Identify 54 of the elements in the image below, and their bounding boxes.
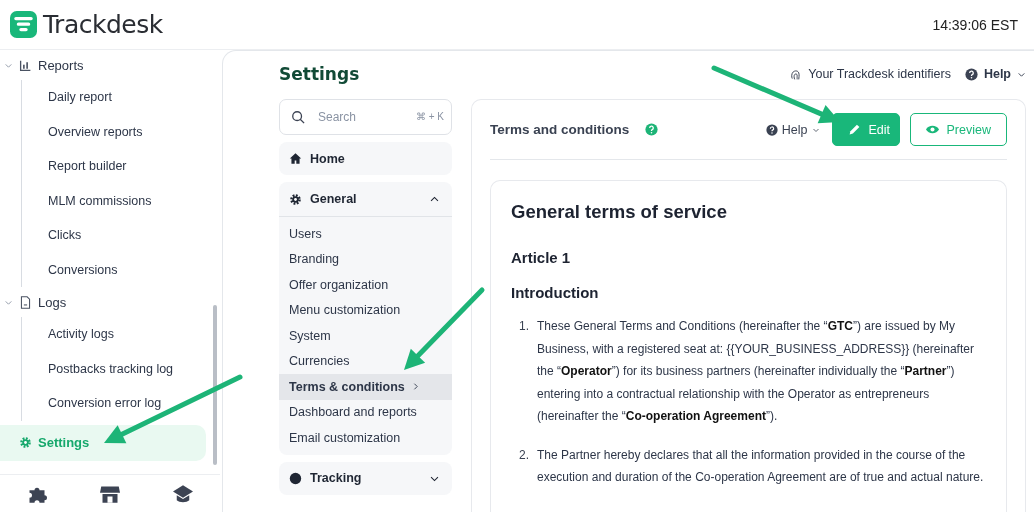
sidebar-item[interactable]: Conversions <box>22 252 220 287</box>
sidebar-item[interactable]: Postbacks tracking log <box>22 351 220 386</box>
settings-icon <box>289 192 302 206</box>
article-heading: Article 1 <box>511 249 572 266</box>
logo-text: Trackdesk <box>43 10 163 39</box>
search-icon <box>291 110 305 124</box>
paragraph: The Partner hereby declares that all the information provided in the course of the execution and duration of the Co-operation Agreement are of true and actual nature. <box>537 446 985 486</box>
settings-menu-item[interactable]: Terms & conditions <box>279 374 452 400</box>
logo-icon <box>10 11 37 38</box>
sidebar-item[interactable]: MLM commissions <box>22 183 220 218</box>
page-title: Settings <box>279 64 360 84</box>
sidebar-item[interactable]: Reports <box>0 50 206 80</box>
list-number: 2. <box>519 446 529 464</box>
settings-menu-item[interactable]: Currencies <box>279 348 452 374</box>
top-link[interactable]: Help <box>964 67 1026 81</box>
help-link[interactable]: Help <box>765 122 820 137</box>
sidebar-item[interactable]: Report builder <box>22 149 220 184</box>
settings-menu-item[interactable]: Users <box>279 221 452 247</box>
settings-menu-item[interactable]: Dashboard and reports <box>279 399 452 425</box>
sidebar-item[interactable]: Daily report <box>22 80 220 115</box>
top-link[interactable]: Your Trackdesk identifiers <box>789 67 951 81</box>
section-header[interactable]: Home <box>279 142 452 175</box>
shortcut-hint: ⌘ + K <box>415 111 444 122</box>
home-icon <box>289 152 302 165</box>
scrollbar[interactable] <box>213 305 217 465</box>
sidebar-item[interactable]: Activity logs <box>22 317 220 352</box>
help-icon <box>964 67 978 81</box>
sidebar-item[interactable]: Logs <box>0 287 206 317</box>
settings-menu-item[interactable]: System <box>279 323 452 349</box>
bar-chart-icon <box>19 58 32 72</box>
graduation-cap-icon[interactable] <box>173 483 194 504</box>
pencil-icon <box>847 123 861 136</box>
section-heading: Introduction <box>511 284 600 301</box>
help-badge-icon <box>645 123 659 136</box>
section-header[interactable]: Tracking <box>279 461 452 495</box>
sidebar-item[interactable]: Conversion error log <box>22 386 220 421</box>
section-title: Terms and conditions <box>490 122 630 137</box>
circle-icon <box>289 471 302 485</box>
paragraph: These General Terms and Conditions (hereinafter the “GTC”) are issued by My Business, with a registered seat at: {{YOUR_BUSINESS_ADDRESS}} (hereinafter the “Operator”) for its business partners (hereinafter individually the “Partner”) entering into a contractual relationship with the Operator as entrepreneurs (hereinafter the “Co-operation Agreement”). <box>537 318 975 425</box>
settings-menu-item[interactable]: Branding <box>279 246 452 272</box>
eye-icon <box>925 123 939 136</box>
settings-icon <box>19 436 32 449</box>
document-icon <box>19 295 32 309</box>
sidebar-item[interactable]: Overview reports <box>22 114 220 149</box>
help-icon <box>765 123 778 136</box>
settings-menu-item[interactable]: Offer organization <box>279 272 452 298</box>
document-heading: General terms of service <box>511 201 728 223</box>
section-header[interactable]: General <box>279 182 452 217</box>
fingerprint-icon <box>789 67 803 81</box>
sidebar-item[interactable]: Clicks <box>22 218 220 253</box>
list-number: 1. <box>519 318 529 335</box>
settings-menu-item[interactable]: Email customization <box>279 425 452 451</box>
settings-menu-item[interactable]: Menu customization <box>279 297 452 323</box>
clock-text: 14:39:06 EST <box>932 16 1018 33</box>
